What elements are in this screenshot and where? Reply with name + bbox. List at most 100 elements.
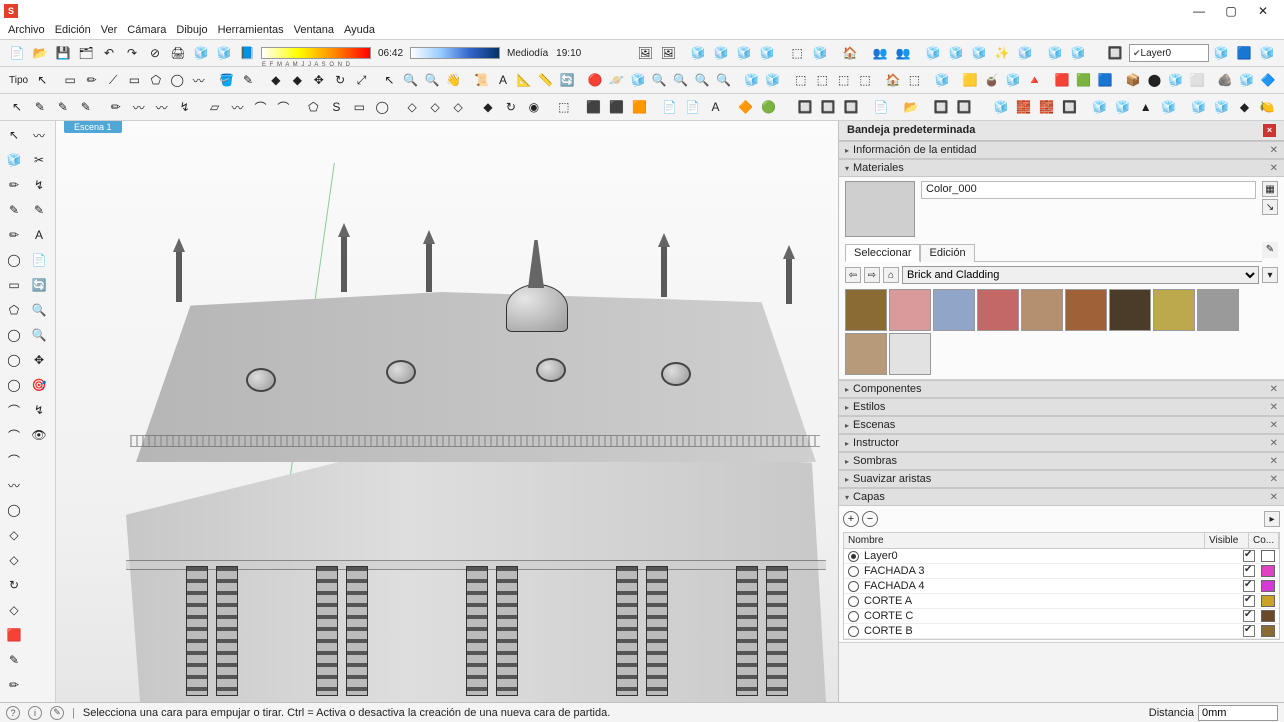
side-tool-button[interactable]: ⌒ [2,398,26,422]
toolbar-button[interactable]: 🧊 [756,42,778,64]
toolbar-button[interactable]: 📦 [1123,69,1143,91]
toolbar-button[interactable]: ▭ [124,69,144,91]
toolbar-button[interactable]: 🧊 [741,69,761,91]
toolbar-button[interactable]: 🔍 [401,69,421,91]
toolbar-button[interactable]: ⬚ [553,96,575,118]
distance-field[interactable] [1198,705,1278,721]
toolbar-button[interactable]: 🧊 [968,42,990,64]
side-tool-button[interactable]: 🔍 [27,298,51,322]
toolbar-button[interactable]: 🧊 [1236,69,1256,91]
toolbar-button[interactable]: 🧊 [990,96,1012,118]
toolbar-button[interactable]: ◆ [266,69,286,91]
layer-color-chip[interactable] [1261,595,1275,607]
layer-active-radio[interactable] [848,551,859,562]
toolbar-button[interactable]: ⬚ [812,69,832,91]
toolbar-button[interactable]: 🧊 [922,42,944,64]
side-tool-button[interactable]: ◯ [2,323,26,347]
layer-active-radio[interactable] [848,596,859,607]
select-tool[interactable]: ↖ [32,69,52,91]
minimize-button[interactable]: — [1192,4,1206,18]
layer-visible-checkbox[interactable] [1243,625,1255,637]
side-tool-button[interactable]: 👁 [27,423,51,447]
toolbar-button[interactable]: ◯ [167,69,187,91]
side-tool-button[interactable]: 〰 [27,123,51,147]
side-tool-button[interactable]: ↯ [27,173,51,197]
side-tool-button[interactable]: ◯ [2,498,26,522]
toolbar-button[interactable]: ⬚ [786,42,808,64]
side-tool-button[interactable]: ✎ [2,648,26,672]
side-tool-button[interactable]: 🔍 [27,323,51,347]
help-icon[interactable]: ? [6,706,20,720]
toolbar-button[interactable]: 🟦 [1095,69,1115,91]
toolbar-button[interactable]: 🟦 [1233,42,1255,64]
side-tool-button[interactable]: ⬠ [2,298,26,322]
toolbar-button[interactable]: ⬚ [855,69,875,91]
layer-color-chip[interactable] [1261,565,1275,577]
toolbar-button[interactable]: 🟨 [960,69,980,91]
toolbar-button[interactable]: 🧊 [1067,42,1089,64]
time-gradient[interactable] [410,47,500,59]
material-swatch[interactable] [933,289,975,331]
toolbar-button[interactable]: ◇ [424,96,446,118]
toolbar-button[interactable]: 〰 [128,96,150,118]
active-layer-select[interactable]: Layer0 [1129,44,1209,62]
toolbar-button[interactable]: ⊘ [144,42,166,64]
side-tool-button[interactable]: ◯ [2,248,26,272]
toolbar-button[interactable]: A [705,96,727,118]
panel-styles[interactable]: Estilos✕ [839,398,1284,416]
scene-tab[interactable]: Escena 1 [64,121,122,133]
toolbar-button[interactable]: ▲ [1135,96,1157,118]
menu-herramientas[interactable]: Herramientas [218,24,284,37]
pin-icon[interactable]: ✕ [1270,145,1278,156]
toolbar-button[interactable]: 🧊 [1014,42,1036,64]
side-tool-button[interactable]: ↯ [27,398,51,422]
tray-close-button[interactable]: × [1263,124,1276,137]
toolbar-button[interactable]: 🟢 [757,96,779,118]
toolbar-button[interactable]: ⬠ [302,96,324,118]
toolbar-button[interactable]: 🔍 [422,69,442,91]
pin-icon[interactable]: ✕ [1270,474,1278,485]
toolbar-button[interactable]: ⬜ [1187,69,1207,91]
toolbar-button[interactable]: 📂 [29,42,51,64]
side-tool-button[interactable]: ✏ [2,173,26,197]
layer-color-chip[interactable] [1261,550,1275,562]
toolbar-button[interactable]: ↖ [6,96,28,118]
toolbar-button[interactable]: 📏 [536,69,556,91]
eyedropper-icon[interactable]: ✎ [1262,242,1278,258]
menu-edición[interactable]: Edición [55,24,91,37]
details-icon[interactable]: ▾ [1262,267,1278,283]
toolbar-button[interactable]: 🔲 [1059,96,1081,118]
toolbar-button[interactable]: 👥 [892,42,914,64]
side-tool-button[interactable]: ✏ [2,223,26,247]
toolbar-button[interactable]: ⬚ [904,69,924,91]
toolbar-button[interactable]: ▭ [60,69,80,91]
toolbar-button[interactable]: 🔲 [1104,42,1126,64]
toolbar-button[interactable]: ⬛ [606,96,628,118]
toolbar-button[interactable]: ⬠ [146,69,166,91]
model-viewport[interactable]: Escena 1 [56,121,838,702]
forward-icon[interactable]: ⇨ [864,267,880,283]
layer-color-chip[interactable] [1261,625,1275,637]
toolbar-button[interactable]: ✎ [29,96,51,118]
toolbar-button[interactable]: 🧊 [1188,96,1210,118]
pin-icon[interactable]: ✕ [1270,420,1278,431]
toolbar-button[interactable]: ⤢ [351,69,371,91]
toolbar-button[interactable]: 🧊 [1003,69,1023,91]
material-swatch[interactable] [977,289,1019,331]
toolbar-button[interactable]: ⬚ [833,69,853,91]
toolbar-button[interactable]: 🟥 [1052,69,1072,91]
toolbar-button[interactable]: ◇ [401,96,423,118]
geo-icon[interactable]: ✎ [50,706,64,720]
layer-row[interactable]: FACHADA 4 [844,579,1279,594]
toolbar-button[interactable]: 🪣 [216,69,236,91]
layer-visible-checkbox[interactable] [1243,565,1255,577]
toolbar-button[interactable]: 〰 [151,96,173,118]
toolbar-button[interactable]: ◯ [371,96,393,118]
toolbar-button[interactable]: ▱ [204,96,226,118]
toolbar-button[interactable]: 🧊 [628,69,648,91]
toolbar-button[interactable]: ◆ [287,69,307,91]
toolbar-button[interactable]: 🧊 [1166,69,1186,91]
toolbar-button[interactable]: 🧊 [1044,42,1066,64]
side-tool-button[interactable]: ✂ [27,148,51,172]
layer-row[interactable]: Layer0 [844,549,1279,564]
